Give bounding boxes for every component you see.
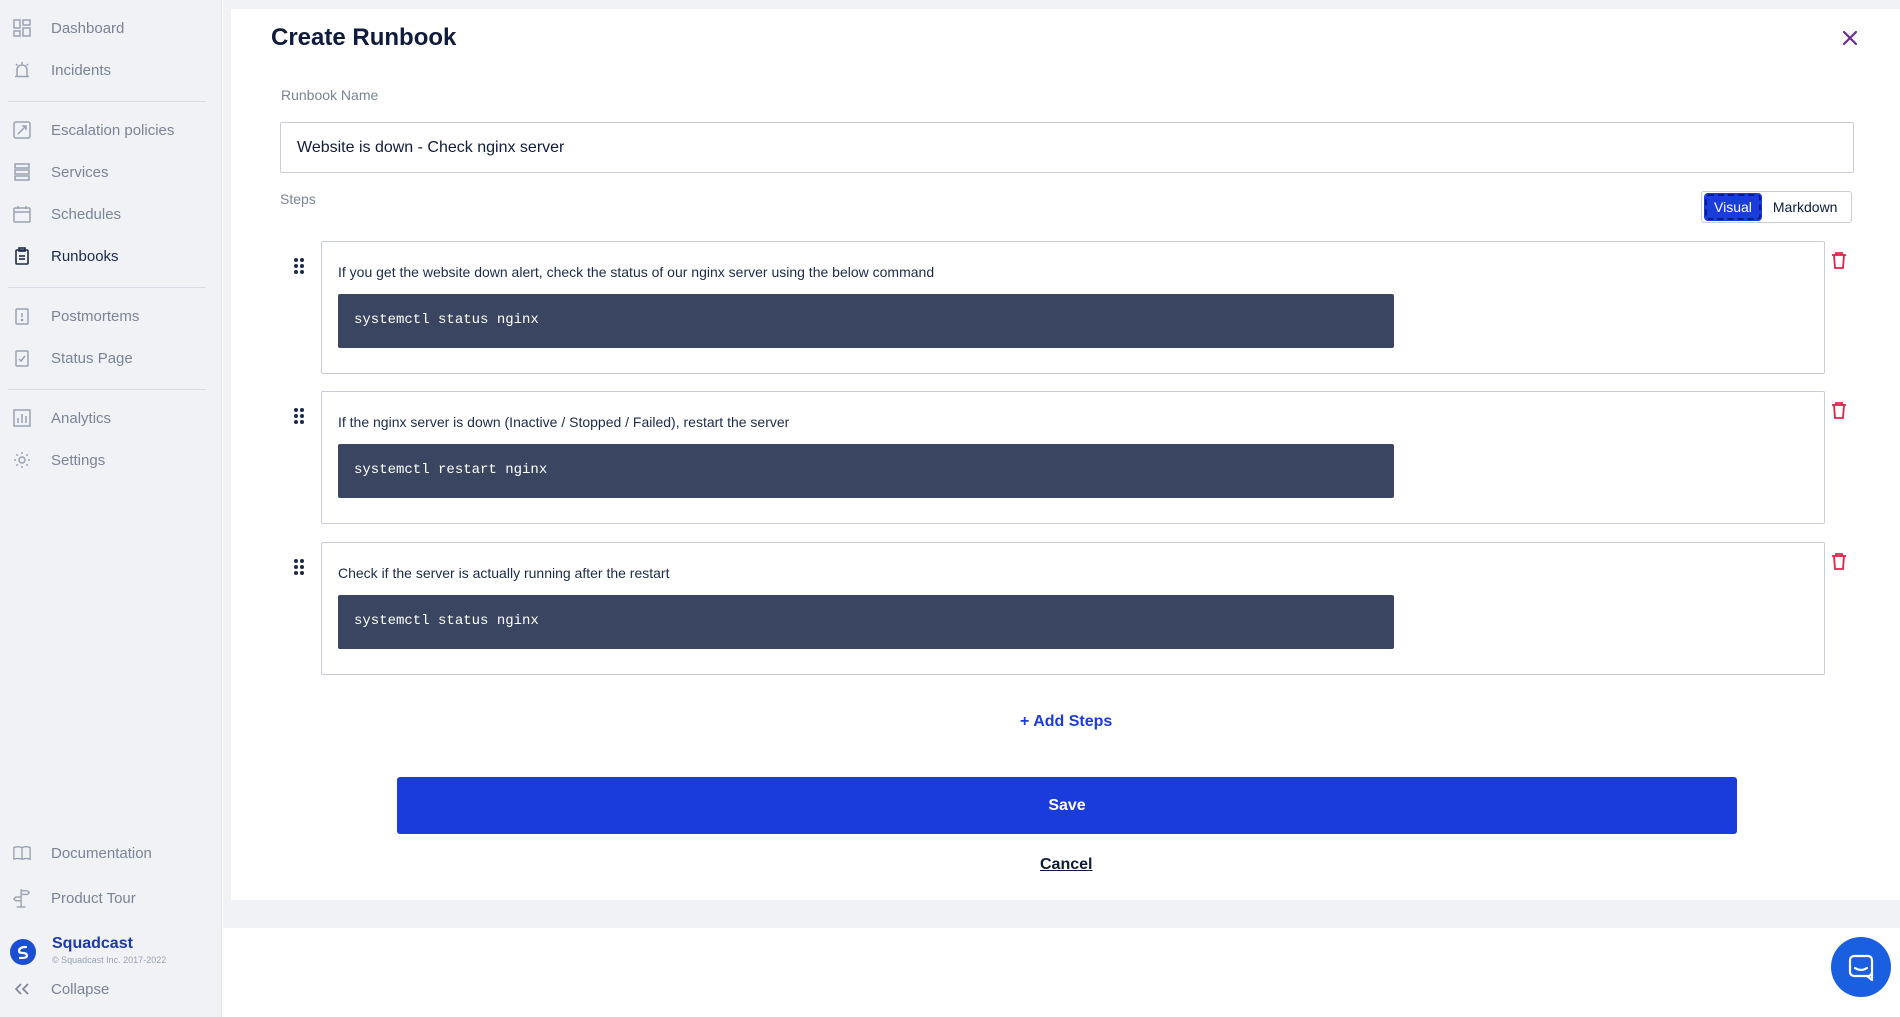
page-title: Create Runbook <box>271 24 457 51</box>
sidebar-item-status-page[interactable]: Status Page <box>0 340 222 376</box>
step-card[interactable]: Check if the server is actually running … <box>321 542 1825 675</box>
sidebar-divider <box>8 389 206 390</box>
gear-icon <box>13 451 31 469</box>
step-card[interactable]: If you get the website down alert, check… <box>321 241 1825 374</box>
sidebar-item-label: Escalation policies <box>51 121 175 139</box>
escalation-icon <box>13 121 31 139</box>
close-button[interactable] <box>1838 26 1862 50</box>
postmortem-icon <box>13 307 31 325</box>
sidebar-item-schedules[interactable]: Schedules <box>0 196 222 232</box>
delete-step-button[interactable] <box>1831 401 1847 419</box>
sidebar-item-label: Dashboard <box>51 19 125 37</box>
step-code: systemctl status nginx <box>354 312 539 328</box>
step-card[interactable]: If the nginx server is down (Inactive / … <box>321 391 1825 524</box>
sidebar-item-label: Postmortems <box>51 307 140 325</box>
step-code-block: systemctl status nginx <box>338 595 1394 649</box>
cancel-button[interactable]: Cancel <box>1040 856 1092 874</box>
close-icon <box>1842 30 1858 46</box>
sidebar: Dashboard Incidents Escalation policies … <box>0 0 222 1017</box>
sidebar-item-documentation[interactable]: Documentation <box>0 835 222 871</box>
sidebar-item-label: Runbooks <box>51 247 119 265</box>
steps-label: Steps <box>280 191 316 207</box>
runbook-name-input[interactable] <box>280 122 1854 173</box>
sidebar-item-label: Services <box>51 163 109 181</box>
clipboard-icon <box>13 247 31 265</box>
sidebar-item-label: Incidents <box>51 61 112 79</box>
step-description: If you get the website down alert, check… <box>338 264 935 280</box>
step-code: systemctl restart nginx <box>354 462 548 478</box>
services-icon <box>13 163 31 181</box>
chat-launcher-button[interactable] <box>1831 937 1891 997</box>
drag-handle-icon[interactable] <box>292 557 306 577</box>
dashboard-icon <box>13 19 31 37</box>
runbook-name-label: Runbook Name <box>281 87 379 103</box>
sidebar-item-label: Documentation <box>51 844 152 862</box>
sidebar-item-runbooks[interactable]: Runbooks <box>0 238 222 274</box>
trash-icon <box>1832 402 1846 419</box>
book-icon <box>13 844 31 862</box>
add-steps-button[interactable]: + Add Steps <box>1020 713 1112 731</box>
step-code-block: systemctl restart nginx <box>338 444 1394 498</box>
brand-name: Squadcast <box>52 935 133 952</box>
visual-mode-button[interactable]: Visual <box>1704 193 1762 221</box>
sidebar-item-label: Analytics <box>51 409 112 427</box>
sidebar-item-label: Schedules <box>51 205 122 223</box>
sidebar-item-incidents[interactable]: Incidents <box>0 52 222 88</box>
step-description: If the nginx server is down (Inactive / … <box>338 414 790 430</box>
incidents-icon <box>13 61 31 79</box>
sidebar-item-label: Product Tour <box>51 889 136 907</box>
footer-area <box>223 928 1900 1017</box>
sidebar-item-label: Settings <box>51 451 106 469</box>
sidebar-item-escalation-policies[interactable]: Escalation policies <box>0 112 222 148</box>
sidebar-item-analytics[interactable]: Analytics <box>0 400 222 436</box>
status-page-icon <box>13 349 31 367</box>
squadcast-logo-icon <box>10 939 36 965</box>
drag-handle-icon[interactable] <box>292 256 306 276</box>
trash-icon <box>1832 553 1846 570</box>
chat-icon <box>1848 954 1874 981</box>
sidebar-item-label: Status Page <box>51 349 133 367</box>
drag-handle-icon[interactable] <box>292 406 306 426</box>
sidebar-divider <box>8 101 206 102</box>
sidebar-collapse[interactable]: Collapse <box>0 971 222 1007</box>
sidebar-item-product-tour[interactable]: Product Tour <box>0 880 222 916</box>
calendar-icon <box>13 205 31 223</box>
trash-icon <box>1832 252 1846 269</box>
double-chevron-left-icon <box>13 980 31 998</box>
sidebar-item-postmortems[interactable]: Postmortems <box>0 298 222 334</box>
sidebar-item-settings[interactable]: Settings <box>0 442 222 478</box>
collapse-label: Collapse <box>51 980 110 998</box>
editor-mode-toggle: Visual Markdown <box>1701 191 1852 223</box>
save-button[interactable]: Save <box>397 777 1737 834</box>
step-code: systemctl status nginx <box>354 613 539 629</box>
brand-copyright: © Squadcast Inc. 2017-2022 <box>52 955 167 965</box>
delete-step-button[interactable] <box>1831 251 1847 269</box>
delete-step-button[interactable] <box>1831 552 1847 570</box>
signpost-icon <box>13 889 31 908</box>
step-description: Check if the server is actually running … <box>338 565 670 581</box>
analytics-icon <box>13 409 31 427</box>
step-code-block: systemctl status nginx <box>338 294 1394 348</box>
brand: Squadcast © Squadcast Inc. 2017-2022 <box>10 935 166 965</box>
markdown-mode-button[interactable]: Markdown <box>1765 195 1846 219</box>
sidebar-divider <box>8 287 206 288</box>
sidebar-item-dashboard[interactable]: Dashboard <box>0 10 222 46</box>
sidebar-item-services[interactable]: Services <box>0 154 222 190</box>
